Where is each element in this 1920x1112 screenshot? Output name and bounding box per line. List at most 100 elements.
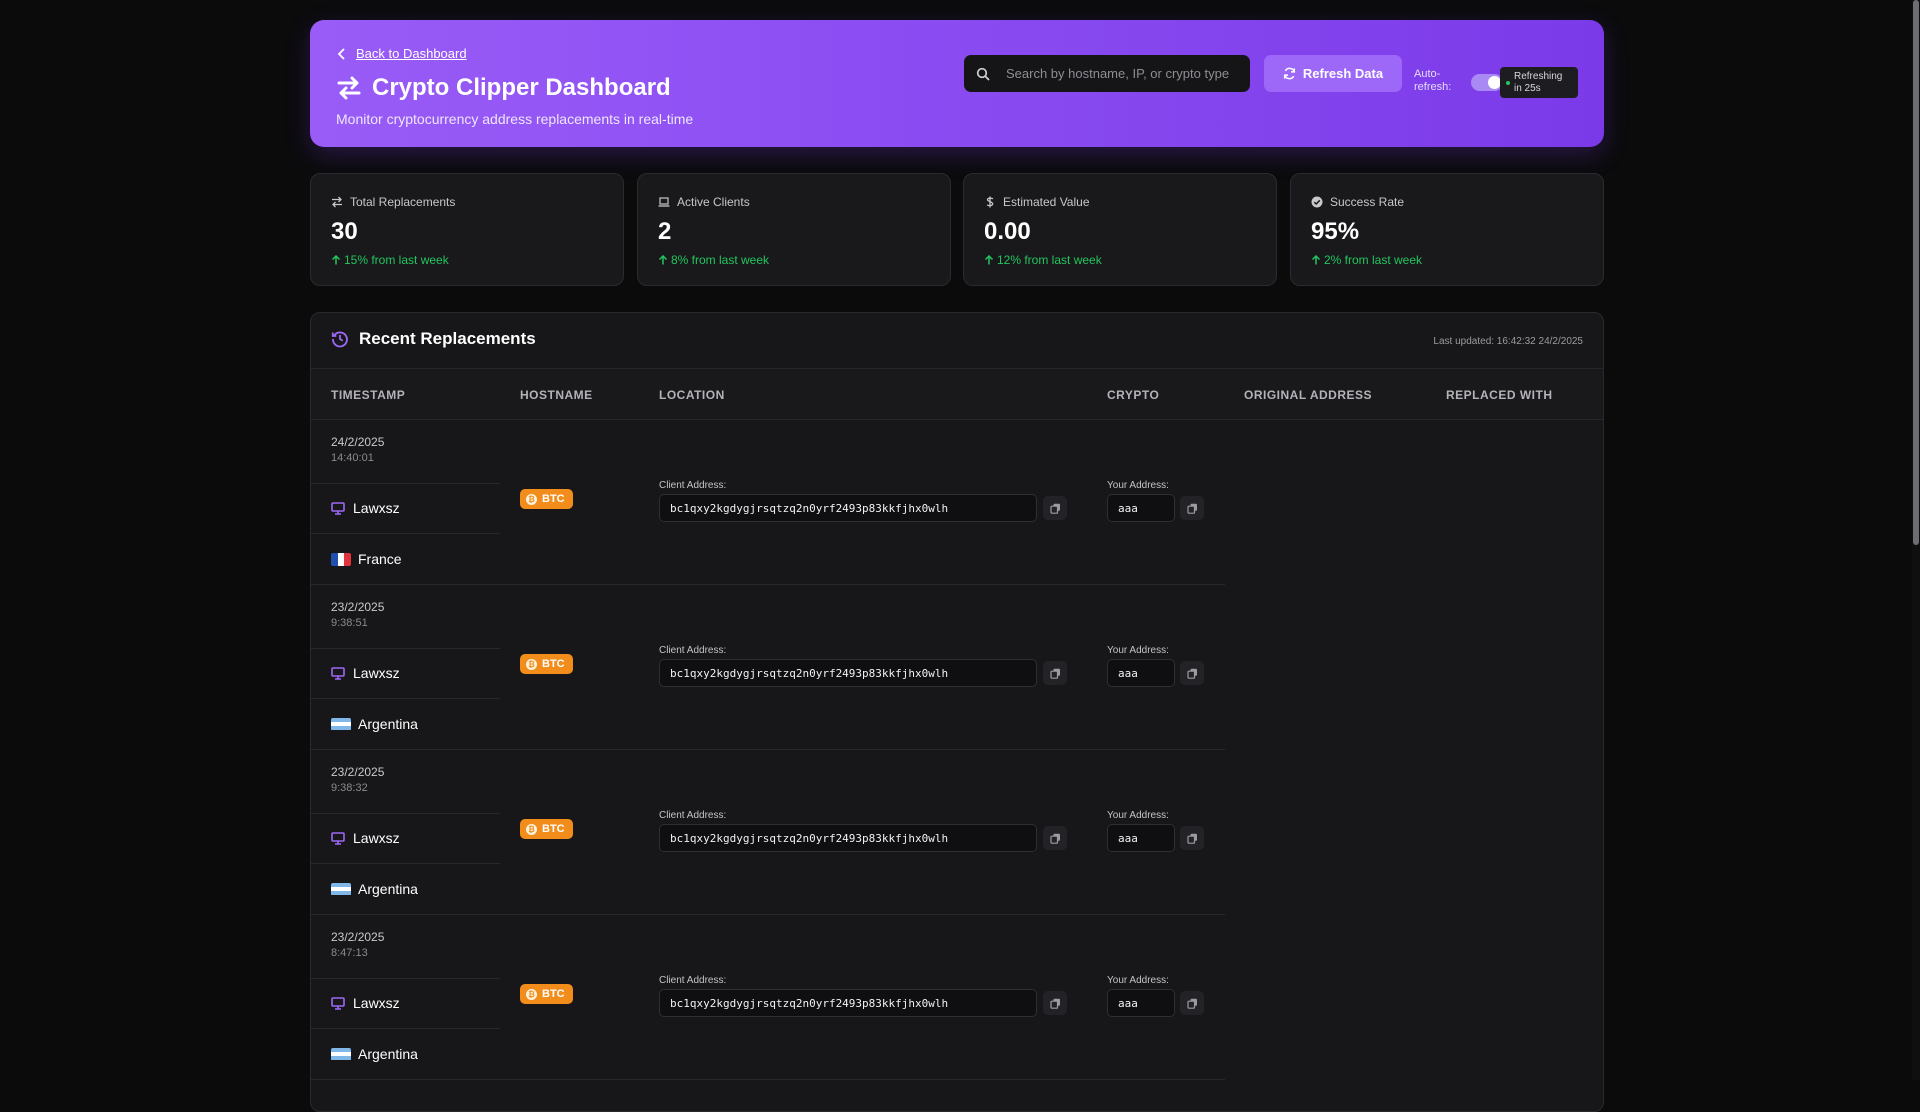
your-address-label: Your Address: [1107,645,1169,656]
flag-argentina-icon [331,1047,351,1061]
stat-card-active-clients: Active Clients 2 8% from last week [637,173,951,286]
swap-icon [337,76,361,100]
client-address-label: Client Address: [659,480,727,491]
copy-client-address-button[interactable] [1043,991,1067,1015]
auto-refresh-label: Auto-refresh: [1414,68,1452,93]
crypto-label: BTC [542,493,565,505]
refresh-button-label: Refresh Data [1302,66,1384,81]
copy-client-address-button[interactable] [1043,826,1067,850]
scrollbar-thumb[interactable] [1913,0,1919,545]
row-date: 23/2/2025 [331,930,385,944]
hostname: Lawxsz [353,830,400,846]
crypto-badge: ₿ BTC [520,984,573,1004]
client-address-field[interactable]: bc1qxy2kgdygjrsqtzq2n0yrf2493p83kkfjhx0w… [659,659,1037,687]
hostname-cell: Lawxsz [311,483,500,534]
location-cell: France [311,534,500,584]
country: Argentina [358,881,418,897]
status-dot [1506,81,1510,85]
header-banner: Back to Dashboard Crypto Clipper Dashboa… [310,20,1604,147]
row-date: 23/2/2025 [331,765,385,779]
chevron-left-icon [337,47,345,60]
stat-card-success-rate: Success Rate 95% 2% from last week [1290,173,1604,286]
monitor-icon [331,832,345,845]
bitcoin-icon: ₿ [526,823,537,835]
stat-value: 2 [658,218,672,245]
row-time: 9:38:32 [331,782,368,794]
auto-refresh-toggle[interactable] [1471,74,1503,91]
table-row: 23/2/2025 9:38:32 Lawxsz Argentina ₿ BTC … [311,749,1225,915]
flag-argentina-icon [331,882,351,896]
hostname: Lawxsz [353,665,400,681]
laptop-icon [658,197,670,207]
location-cell: Argentina [311,699,500,749]
stat-change: 12% from last week [997,253,1102,267]
country: Argentina [358,1046,418,1062]
dashboard: Back to Dashboard Crypto Clipper Dashboa… [310,20,1604,1112]
stat-change: 2% from last week [1324,253,1423,267]
table-row: 23/2/2025 9:38:51 Lawxsz Argentina ₿ BTC … [311,584,1225,750]
refresh-data-button[interactable]: Refresh Data [1264,55,1402,92]
stat-value: 30 [331,218,358,245]
column-header-replaced-with[interactable]: REPLACED WITH [1446,388,1553,402]
copy-icon [1049,503,1060,514]
location-cell: Argentina [311,864,500,914]
timestamp-cell: 23/2/2025 8:47:13 [311,914,500,979]
column-header-timestamp[interactable]: TIMESTAMP [331,388,405,402]
copy-your-address-button[interactable] [1180,496,1204,520]
client-address-field[interactable]: bc1qxy2kgdygjrsqtzq2n0yrf2493p83kkfjhx0w… [659,989,1037,1017]
stat-change: 8% from last week [671,253,770,267]
monitor-icon [331,667,345,680]
column-header-original-address[interactable]: ORIGINAL ADDRESS [1244,388,1372,402]
search-input[interactable] [1004,65,1240,82]
your-address-field[interactable]: aaa [1107,659,1175,687]
back-to-dashboard-link[interactable]: Back to Dashboard [336,46,467,61]
your-address-field[interactable]: aaa [1107,989,1175,1017]
recent-replacements-panel: Recent Replacements Last updated: 16:42:… [310,312,1604,1112]
history-icon [331,331,348,348]
arrow-up-icon [658,255,668,265]
column-header-crypto[interactable]: CRYPTO [1107,388,1159,402]
your-address-label: Your Address: [1107,810,1169,821]
stat-value: 0.00 [984,218,1031,245]
refresh-icon [1283,67,1295,80]
arrow-up-icon [331,255,341,265]
column-header-hostname[interactable]: HOSTNAME [520,388,593,402]
stats-row: Total Replacements 30 15% from last week… [310,173,1604,286]
client-address-field[interactable]: bc1qxy2kgdygjrsqtzq2n0yrf2493p83kkfjhx0w… [659,824,1037,852]
copy-your-address-button[interactable] [1180,991,1204,1015]
table-header: TIMESTAMP HOSTNAME LOCATION CRYPTO ORIGI… [311,368,1603,420]
copy-icon [1186,503,1197,514]
hostname: Lawxsz [353,500,400,516]
client-address-field[interactable]: bc1qxy2kgdygjrsqtzq2n0yrf2493p83kkfjhx0w… [659,494,1037,522]
row-date: 23/2/2025 [331,600,385,614]
stat-label: Estimated Value [1003,195,1090,209]
copy-client-address-button[interactable] [1043,661,1067,685]
monitor-icon [331,997,345,1010]
copy-your-address-button[interactable] [1180,826,1204,850]
search-icon [976,67,990,81]
page-scrollbar[interactable] [1912,0,1920,1080]
hostname: Lawxsz [353,995,400,1011]
table-row: 23/2/2025 8:47:13 Lawxsz Argentina ₿ BTC … [311,914,1225,1080]
refresh-status-tooltip: Refreshing in 25s [1500,67,1578,98]
column-header-location[interactable]: LOCATION [659,388,725,402]
check-circle-icon [1311,196,1323,208]
crypto-badge: ₿ BTC [520,819,573,839]
copy-your-address-button[interactable] [1180,661,1204,685]
swap-icon [332,196,342,208]
hostname-cell: Lawxsz [311,648,500,699]
timestamp-cell: 23/2/2025 9:38:32 [311,749,500,814]
bitcoin-icon: ₿ [526,988,537,1000]
your-address-field[interactable]: aaa [1107,494,1175,522]
crypto-badge: ₿ BTC [520,489,573,509]
bitcoin-icon: ₿ [526,493,537,505]
stat-card-estimated-value: Estimated Value 0.00 12% from last week [963,173,1277,286]
search-box[interactable] [964,55,1250,92]
copy-client-address-button[interactable] [1043,496,1067,520]
location-cell: Argentina [311,1029,500,1079]
copy-icon [1186,998,1197,1009]
crypto-badge: ₿ BTC [520,654,573,674]
bitcoin-icon: ₿ [526,658,537,670]
your-address-field[interactable]: aaa [1107,824,1175,852]
page-title: Crypto Clipper Dashboard [372,74,671,101]
